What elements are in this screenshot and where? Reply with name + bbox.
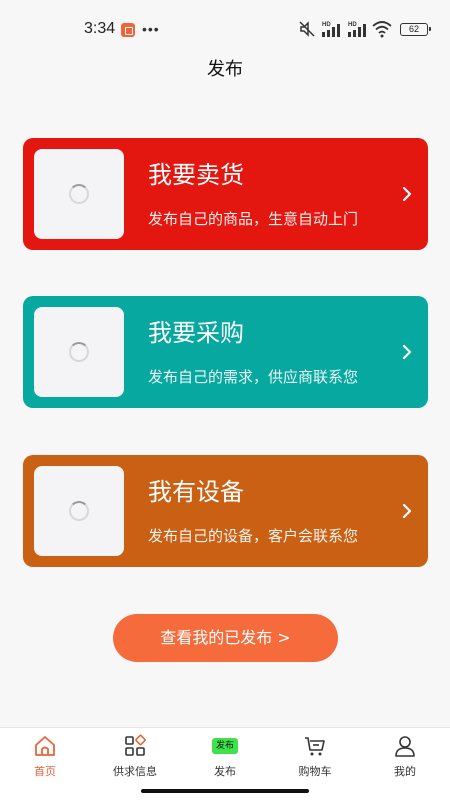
sell-goods-card[interactable]: 我要卖货 发布自己的商品，生意自动上门 <box>23 138 428 250</box>
card-image <box>34 466 124 556</box>
hd-label: HD <box>322 22 331 28</box>
nav-label: 供求信息 <box>113 765 157 778</box>
user-icon <box>395 736 415 757</box>
status-more-icon: ••• <box>142 21 160 37</box>
home-indicator <box>141 789 309 793</box>
nav-item-supply-demand[interactable]: 供求信息 <box>90 728 180 788</box>
card-title: 我要卖货 <box>148 161 244 189</box>
nav-item-home[interactable]: 首页 <box>0 728 90 788</box>
chevron-right-icon <box>402 503 412 519</box>
wifi-icon <box>372 21 392 38</box>
nav-label: 购物车 <box>298 765 332 778</box>
card-image <box>34 149 124 239</box>
equipment-card[interactable]: 我有设备 发布自己的设备，客户会联系您 <box>23 455 428 567</box>
view-my-published-button[interactable]: 查看我的已发布 > <box>113 614 338 662</box>
cart-icon <box>305 737 325 756</box>
nav-item-cart[interactable]: 购物车 <box>270 728 360 788</box>
nav-label: 我的 <box>394 765 416 778</box>
mute-icon <box>299 21 315 37</box>
chevron-right-icon <box>402 186 412 202</box>
loading-spinner-icon <box>69 184 89 204</box>
status-icons: HD HD 62 <box>298 20 431 40</box>
card-subtitle: 发布自己的设备，客户会联系您 <box>148 527 359 545</box>
loading-spinner-icon <box>69 342 89 362</box>
publish-icon: 发布 <box>212 738 238 754</box>
card-title: 我有设备 <box>148 478 244 506</box>
purchase-card[interactable]: 我要采购 发布自己的需求，供应商联系您 <box>23 296 428 408</box>
card-subtitle: 发布自己的需求，供应商联系您 <box>148 368 359 386</box>
status-bar: 3:34 ••• HD HD 62 <box>0 0 450 60</box>
app-notification-icon <box>121 23 135 37</box>
signal-icon: HD <box>322 22 340 37</box>
nav-item-mine[interactable]: 我的 <box>360 728 450 788</box>
card-image <box>34 307 124 397</box>
home-icon <box>35 736 55 756</box>
hd-label-2: HD <box>348 22 357 28</box>
signal-icon-2: HD <box>348 22 366 37</box>
chevron-right-icon <box>402 344 412 360</box>
grid-icon <box>125 734 146 756</box>
nav-label: 首页 <box>34 765 56 778</box>
status-time: 3:34 <box>84 20 116 37</box>
loading-spinner-icon <box>69 501 89 521</box>
nav-label: 发布 <box>214 765 236 778</box>
battery-icon: 62 <box>400 23 431 36</box>
nav-item-publish[interactable]: 发布 发布 <box>180 728 270 788</box>
card-title: 我要采购 <box>148 319 244 347</box>
page-title: 发布 <box>207 59 243 80</box>
card-subtitle: 发布自己的商品，生意自动上门 <box>148 210 359 228</box>
